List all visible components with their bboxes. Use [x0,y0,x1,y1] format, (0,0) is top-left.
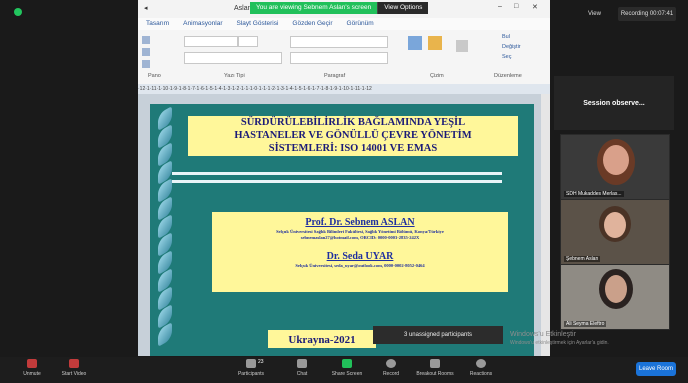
participant-name: Ali Seyma Eleftro [564,321,607,327]
participants-count: 23 [258,359,264,365]
session-observe-label: Session observe... [583,100,645,107]
author-name: Dr. Seda UYAR [326,251,394,262]
participant-face [603,145,629,175]
ribbon-tab: Tasarım [146,20,170,27]
reactions-button[interactable]: Reactions [466,359,496,377]
breakout-rooms-icon [430,359,440,368]
microphone-muted-icon [27,359,37,368]
close-icon: ✕ [532,4,538,11]
share-screen-label: Share Screen [331,371,363,377]
record-label: Record [382,371,400,377]
unmute-label: Unmute [23,371,41,377]
breakout-rooms-button[interactable]: Breakout Rooms [412,359,458,377]
alignment-buttons [290,52,388,64]
quick-styles-icon [456,40,468,52]
unmute-button[interactable]: Unmute [14,359,50,377]
participant-face [604,212,626,238]
ribbon-group-label: Paragraf [324,73,346,79]
participant-name: SDH Mukaddes Merlas... [564,191,624,197]
participants-button[interactable]: 23 Participants [228,359,274,377]
watermark-line: Windows'u Etkinleştir [510,331,576,338]
replace-button: Değiştir [502,44,521,50]
arrange-icon [428,36,442,50]
meeting-toolbar: Unmute Start Video 23 Participants Chat … [0,357,688,383]
shared-screen: ◂ Aslan – □ ✕ You are viewing Sebnem Asl… [138,0,550,356]
shapes-icon [408,36,422,50]
layout-icon [142,36,150,44]
participant-name: Şebnem Aslan [564,256,601,262]
slide-country: Ukrayna-2021 [288,334,356,346]
minimize-icon: – [498,3,502,10]
participant-face [605,275,627,303]
video-off-icon [69,359,79,368]
ribbon-group-label: Yazı Tipi [224,73,245,79]
record-icon [386,359,396,368]
window-title: Aslan [234,5,252,12]
unassigned-participants-tooltip: 3 unassigned participants [373,326,503,344]
reactions-icon [476,359,486,368]
divider-line [172,172,502,175]
back-icon: ◂ [144,5,148,12]
reactions-label: Reactions [469,371,493,377]
reset-icon [142,48,150,56]
view-options-button[interactable]: View Options [377,2,429,14]
view-button[interactable]: View [588,8,612,20]
ribbon-group-label: Düzenleme [494,73,522,79]
ruler: ·12·1·11·1·10·1·9·1·8·1·7·1·6·1·5·1·4·1·… [138,84,550,94]
find-button: Bul [502,34,510,40]
ribbon-group-label: Çizim [430,73,444,79]
slide-title-line: HASTANELER VE GÖNÜLLÜ ÇEVRE YÖNETİM [234,130,472,141]
watermark-line: Windows'u etkinleştirmek için Ayarlar'a … [510,340,609,346]
activation-watermark: Windows'u Etkinleştir Windows'u etkinleş… [510,330,609,348]
chat-label: Chat [296,371,308,377]
share-screen-button[interactable]: Share Screen [326,359,368,377]
ribbon: Bul Değiştir Seç Pano Yazı Tipi Paragraf… [138,30,550,85]
security-icon[interactable] [14,8,22,16]
author-affiliation: Selçuk Üniversitesi, seda_uyar@outlook.c… [295,263,425,268]
ribbon-tabs: Tasarım Animasyonlar Slayt Gösterisi Göz… [138,18,550,30]
record-button[interactable]: Record [378,359,404,377]
chat-icon [297,359,307,368]
section-icon [142,60,150,68]
participant-tile[interactable]: Ali Seyma Eleftro [560,264,670,330]
slide-title-line: SİSTEMLERİ: ISO 14001 VE EMAS [268,143,438,154]
participants-icon [246,359,256,368]
leave-room-button[interactable]: Leave Room [636,362,676,376]
maximize-icon: □ [514,3,519,10]
title-panel: SÜRDÜRÜLEBİLİRLİK BAĞLAMINDA YEŞİL HASTA… [188,116,518,156]
font-size-box [238,36,258,47]
start-video-button[interactable]: Start Video [56,359,92,377]
participants-label: Participants [237,371,265,377]
author-name: Prof. Dr. Sebnem ASLAN [305,217,415,228]
viewing-banner: You are viewing Sebnem Aslan's screen [250,2,378,14]
recording-status[interactable]: Recording 00:07:41 [618,7,676,21]
authors-panel: Prof. Dr. Sebnem ASLAN Selçuk Üniversite… [212,212,508,292]
chat-button[interactable]: Chat [290,359,314,377]
paragraph-buttons [290,36,388,48]
divider-line [172,180,502,183]
session-observe-panel: Session observe... [554,76,674,130]
start-video-label: Start Video [61,371,87,377]
select-button: Seç [502,54,512,60]
font-format-buttons [184,52,282,64]
ribbon-tab: Slayt Gösterisi [236,20,279,27]
breakout-rooms-label: Breakout Rooms [416,371,454,377]
vertical-scrollbar[interactable] [541,94,550,356]
footer-panel: Ukrayna-2021 [268,330,376,348]
ribbon-tab: Gözden Geçir [292,20,333,27]
slide-title-line: SÜRDÜRÜLEBİLİRLİK BAĞLAMINDA YEŞİL [240,117,466,128]
ribbon-tab: Görünüm [346,20,374,27]
participant-tile[interactable]: Şebnem Aslan [560,199,670,265]
participant-tile[interactable]: SDH Mukaddes Merlas... [560,134,670,200]
share-screen-icon [342,359,352,368]
ribbon-group-label: Pano [148,73,161,79]
slide: SÜRDÜRÜLEBİLİRLİK BAĞLAMINDA YEŞİL HASTA… [150,104,534,356]
font-name-box [184,36,238,47]
ribbon-tab: Animasyonlar [183,20,223,27]
screen-share-banner: You are viewing Sebnem Aslan's screen Vi… [250,2,466,14]
